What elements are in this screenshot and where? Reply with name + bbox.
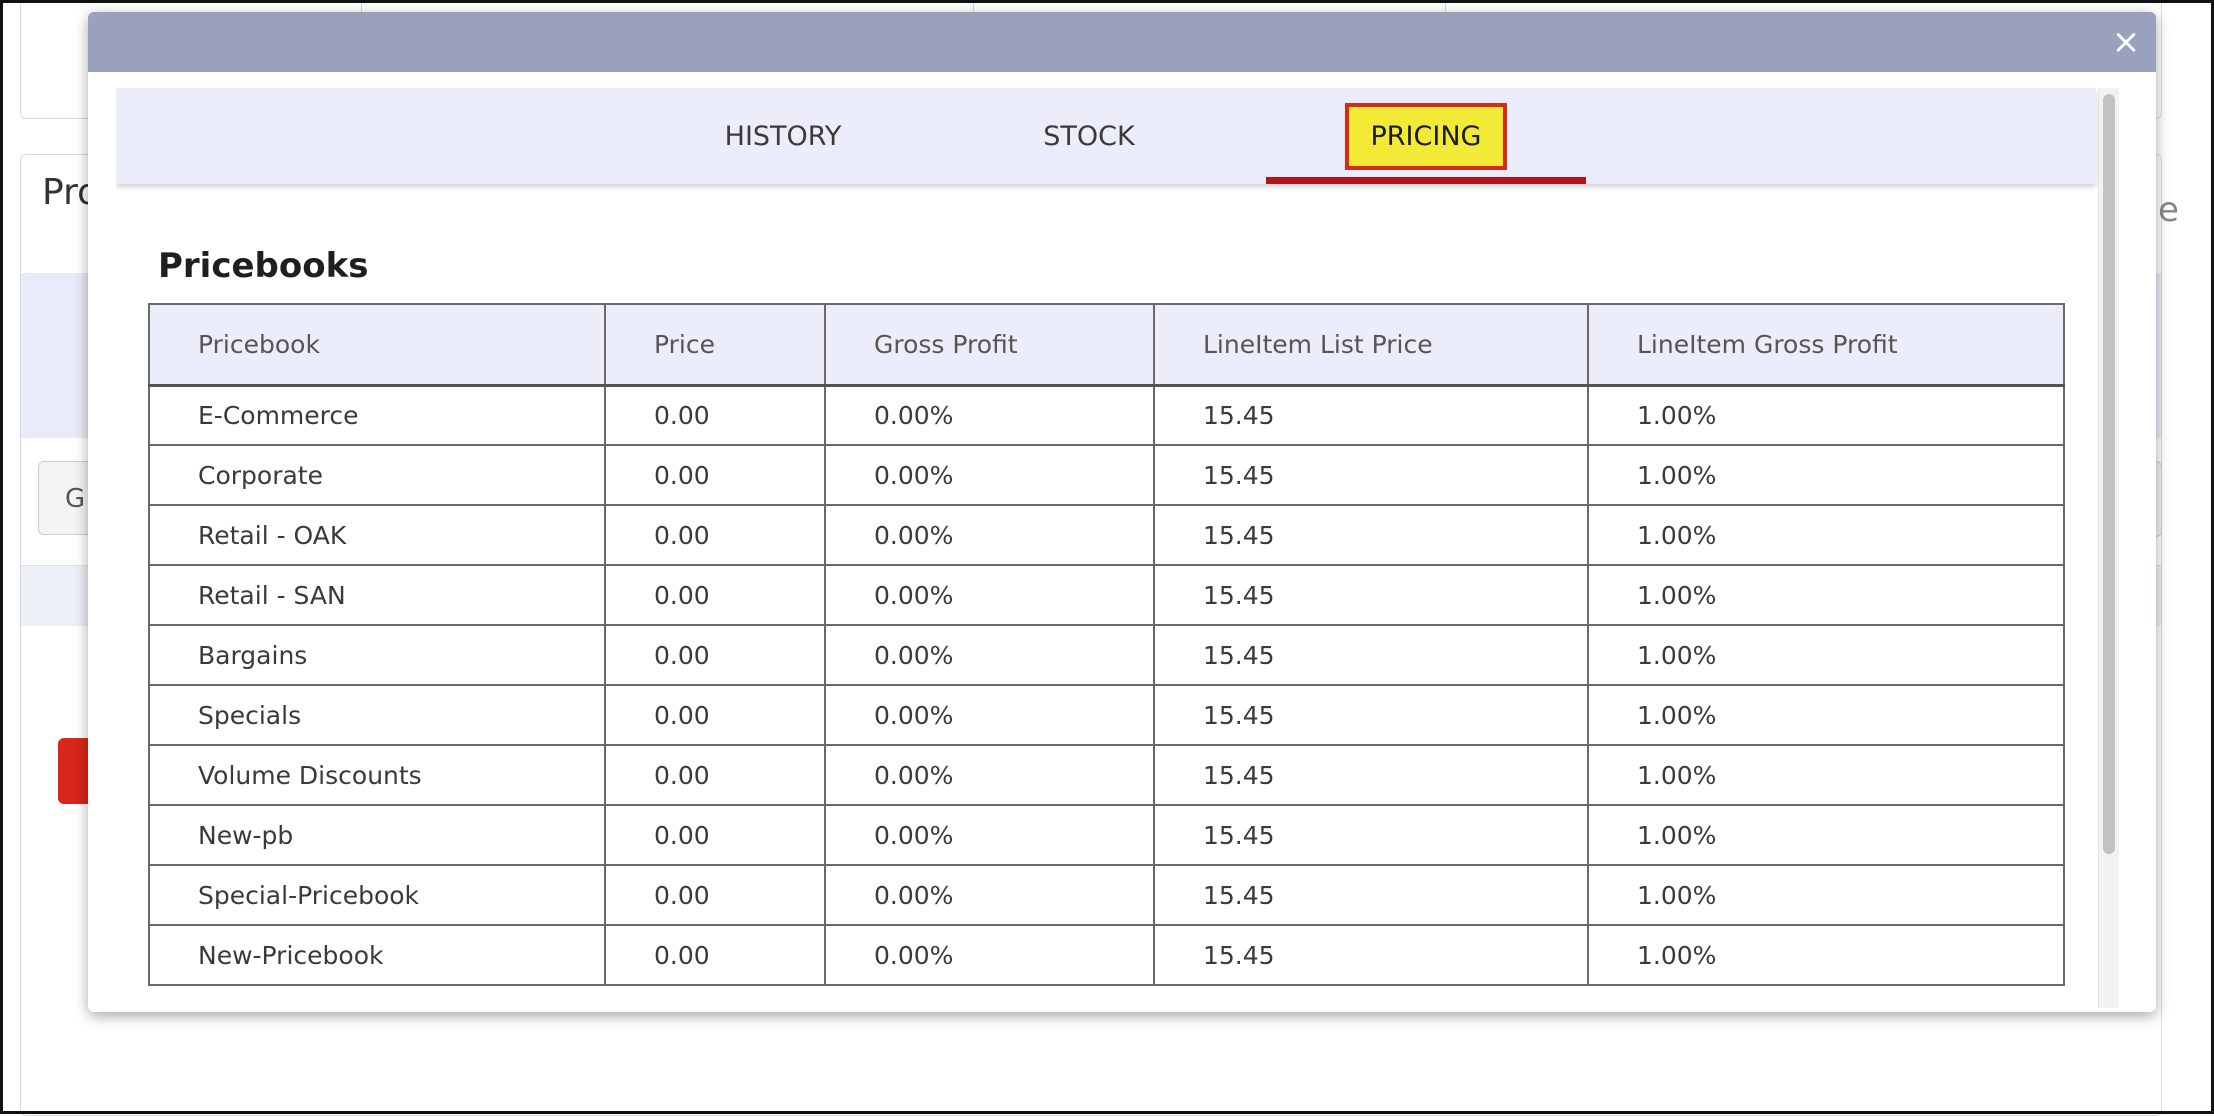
cell-lineitem-gross-profit: 1.00%: [1587, 444, 2065, 506]
table-row: Corporate 0.00 0.00% 15.45 1.00%: [148, 444, 2065, 506]
background-edge-glyph: e: [2158, 190, 2179, 230]
cell-price: 0.00: [604, 384, 826, 446]
cell-lineitem-gross-profit: 1.00%: [1587, 504, 2065, 566]
cell-price: 0.00: [604, 504, 826, 566]
tab-history-label: HISTORY: [724, 120, 842, 152]
cell-pricebook: New-pb: [148, 804, 606, 866]
column-header-price[interactable]: Price: [604, 303, 826, 387]
table-row: New-pb 0.00 0.00% 15.45 1.00%: [148, 804, 2065, 866]
cell-lineitem-gross-profit: 1.00%: [1587, 564, 2065, 626]
cell-lineitem-list-price: 15.45: [1153, 504, 1589, 566]
cell-price: 0.00: [604, 864, 826, 926]
cell-pricebook: Volume Discounts: [148, 744, 606, 806]
cell-lineitem-list-price: 15.45: [1153, 744, 1589, 806]
table-row: Volume Discounts 0.00 0.00% 15.45 1.00%: [148, 744, 2065, 806]
close-icon[interactable]: ×: [2108, 24, 2144, 60]
modal-header: ×: [88, 12, 2156, 72]
cell-pricebook: E-Commerce: [148, 384, 606, 446]
cell-pricebook: Bargains: [148, 624, 606, 686]
column-header-pricebook[interactable]: Pricebook: [148, 303, 606, 387]
cell-price: 0.00: [604, 804, 826, 866]
cell-pricebook: Retail - SAN: [148, 564, 606, 626]
cell-price: 0.00: [604, 564, 826, 626]
cell-pricebook: New-Pricebook: [148, 924, 606, 986]
tab-stock[interactable]: STOCK: [1006, 88, 1172, 184]
background-divider: [973, 0, 974, 12]
column-header-lineitem-gross-profit[interactable]: LineItem Gross Profit: [1587, 303, 2065, 387]
cell-gross-profit: 0.00%: [824, 924, 1155, 986]
cell-gross-profit: 0.00%: [824, 564, 1155, 626]
cell-lineitem-gross-profit: 1.00%: [1587, 864, 2065, 926]
column-header-gross-profit[interactable]: Gross Profit: [824, 303, 1155, 387]
tab-pricing-label: PRICING: [1344, 102, 1508, 170]
modal-scrollbar[interactable]: [2098, 88, 2119, 1008]
tab-history[interactable]: HISTORY: [688, 88, 878, 184]
background-divider: [361, 0, 362, 12]
active-tab-indicator: [1266, 177, 1586, 184]
cell-gross-profit: 0.00%: [824, 624, 1155, 686]
pricing-modal: × HISTORY STOCK PRICING Pricebooks Price…: [88, 12, 2156, 1012]
tab-stock-label: STOCK: [1043, 120, 1135, 152]
cell-lineitem-list-price: 15.45: [1153, 684, 1589, 746]
table-row: Special-Pricebook 0.00 0.00% 15.45 1.00%: [148, 864, 2065, 926]
tab-bar: HISTORY STOCK PRICING: [116, 88, 2096, 184]
cell-lineitem-list-price: 15.45: [1153, 924, 1589, 986]
cell-gross-profit: 0.00%: [824, 504, 1155, 566]
cell-price: 0.00: [604, 624, 826, 686]
cell-lineitem-list-price: 15.45: [1153, 564, 1589, 626]
cell-lineitem-gross-profit: 1.00%: [1587, 924, 2065, 986]
cell-lineitem-gross-profit: 1.00%: [1587, 684, 2065, 746]
table-row: E-Commerce 0.00 0.00% 15.45 1.00%: [148, 384, 2065, 446]
tab-pricing[interactable]: PRICING: [1266, 88, 1586, 184]
cell-price: 0.00: [604, 744, 826, 806]
pricebooks-table: Pricebook Price Gross Profit LineItem Li…: [148, 303, 2065, 986]
table-header-row: Pricebook Price Gross Profit LineItem Li…: [148, 303, 2065, 387]
table-row: Retail - SAN 0.00 0.00% 15.45 1.00%: [148, 564, 2065, 626]
cell-gross-profit: 0.00%: [824, 864, 1155, 926]
cell-gross-profit: 0.00%: [824, 444, 1155, 506]
cell-price: 0.00: [604, 924, 826, 986]
section-title: Pricebooks: [158, 246, 369, 286]
cell-lineitem-gross-profit: 1.00%: [1587, 384, 2065, 446]
cell-price: 0.00: [604, 444, 826, 506]
cell-lineitem-gross-profit: 1.00%: [1587, 744, 2065, 806]
cell-lineitem-list-price: 15.45: [1153, 804, 1589, 866]
cell-price: 0.00: [604, 684, 826, 746]
cell-lineitem-list-price: 15.45: [1153, 444, 1589, 506]
cell-gross-profit: 0.00%: [824, 384, 1155, 446]
modal-body: HISTORY STOCK PRICING Pricebooks Pricebo…: [116, 88, 2106, 998]
cell-gross-profit: 0.00%: [824, 744, 1155, 806]
table-row: New-Pricebook 0.00 0.00% 15.45 1.00%: [148, 924, 2065, 986]
table-row: Retail - OAK 0.00 0.00% 15.45 1.00%: [148, 504, 2065, 566]
cell-gross-profit: 0.00%: [824, 804, 1155, 866]
cell-pricebook: Corporate: [148, 444, 606, 506]
table-row: Specials 0.00 0.00% 15.45 1.00%: [148, 684, 2065, 746]
cell-lineitem-list-price: 15.45: [1153, 624, 1589, 686]
cell-pricebook: Special-Pricebook: [148, 864, 606, 926]
table-row: Bargains 0.00 0.00% 15.45 1.00%: [148, 624, 2065, 686]
cell-pricebook: Retail - OAK: [148, 504, 606, 566]
background-divider: [1445, 0, 1446, 12]
cell-gross-profit: 0.00%: [824, 684, 1155, 746]
column-header-lineitem-list-price[interactable]: LineItem List Price: [1153, 303, 1589, 387]
cell-pricebook: Specials: [148, 684, 606, 746]
scrollbar-thumb[interactable]: [2103, 94, 2115, 854]
cell-lineitem-gross-profit: 1.00%: [1587, 624, 2065, 686]
cell-lineitem-list-price: 15.45: [1153, 384, 1589, 446]
cell-lineitem-gross-profit: 1.00%: [1587, 804, 2065, 866]
cell-lineitem-list-price: 15.45: [1153, 864, 1589, 926]
